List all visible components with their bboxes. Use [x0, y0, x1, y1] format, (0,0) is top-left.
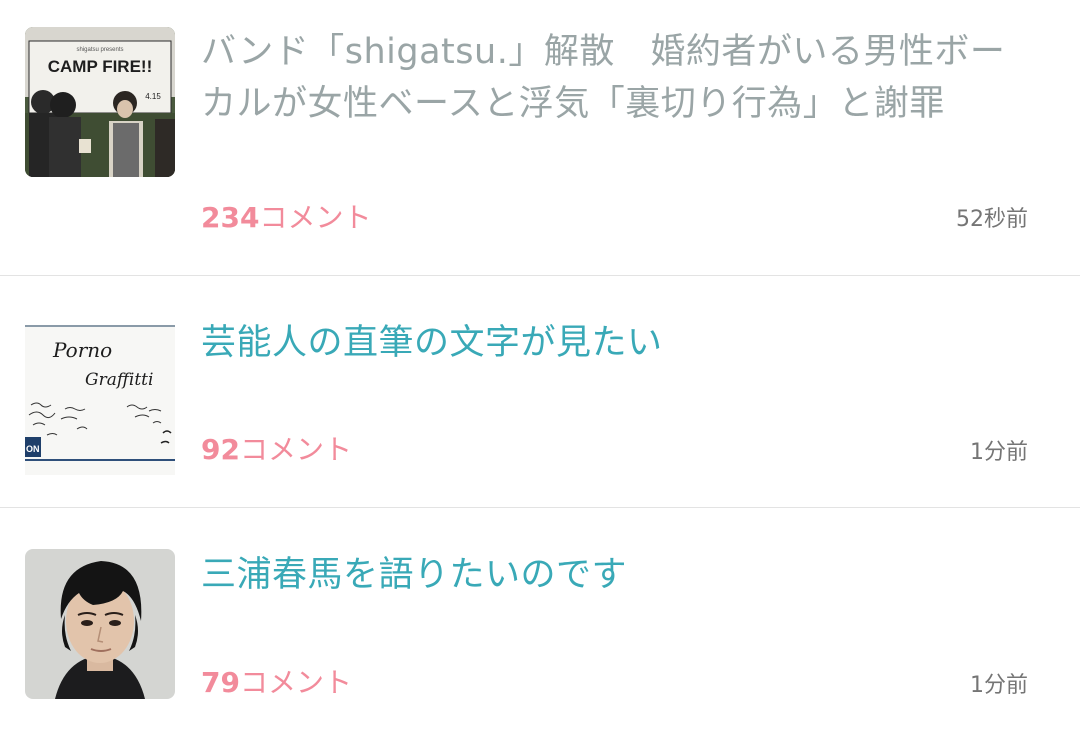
- topic-item[interactable]: shigatsu presents CAMP FIRE!! 4.15 バンド「s…: [0, 0, 1080, 275]
- comment-count: 79コメント: [201, 666, 352, 700]
- comment-count-suffix: コメント: [259, 201, 372, 234]
- comment-count-suffix: コメント: [239, 666, 352, 699]
- sign-text: CAMP FIRE!!: [48, 57, 153, 76]
- comment-count: 234コメント: [201, 201, 371, 235]
- comment-count-number: 234: [201, 201, 260, 234]
- topic-title[interactable]: 三浦春馬を語りたいのです: [201, 549, 1021, 601]
- comment-count-number: 92: [201, 433, 240, 466]
- topic-feed: shigatsu presents CAMP FIRE!! 4.15 バンド「s…: [0, 0, 1080, 731]
- topic-item[interactable]: Porno Graffitti ON 芸能人の直筆の文字が見たい 92コメント …: [0, 276, 1080, 507]
- script-line-1: Porno: [52, 338, 112, 362]
- handwriting-thumbnail: Porno Graffitti ON: [25, 325, 175, 475]
- comment-count: 92コメント: [201, 433, 352, 467]
- comment-count-suffix: コメント: [239, 433, 352, 466]
- comment-count-number: 79: [201, 666, 240, 699]
- topic-thumbnail: [25, 549, 175, 699]
- portrait-thumbnail: [25, 549, 175, 699]
- topic-title[interactable]: バンド「shigatsu.」解散 婚約者がいる男性ボーカルが女性ベースと浮気「裏…: [201, 26, 1021, 130]
- timestamp: 52秒前: [956, 207, 1028, 232]
- script-line-2: Graffitti: [85, 370, 153, 390]
- topic-title[interactable]: 芸能人の直筆の文字が見たい: [201, 317, 1021, 369]
- timestamp: 1分前: [970, 673, 1028, 698]
- band-photo-thumbnail: shigatsu presents CAMP FIRE!! 4.15: [25, 27, 175, 177]
- topic-item[interactable]: 三浦春馬を語りたいのです 79コメント 1分前: [0, 508, 1080, 731]
- sign-date-text: 4.15: [145, 92, 161, 101]
- edge-text: ON: [26, 444, 40, 454]
- sign-small-text: shigatsu presents: [76, 47, 123, 53]
- topic-thumbnail: shigatsu presents CAMP FIRE!! 4.15: [25, 27, 175, 177]
- timestamp: 1分前: [970, 440, 1028, 465]
- topic-thumbnail: Porno Graffitti ON: [25, 325, 175, 475]
